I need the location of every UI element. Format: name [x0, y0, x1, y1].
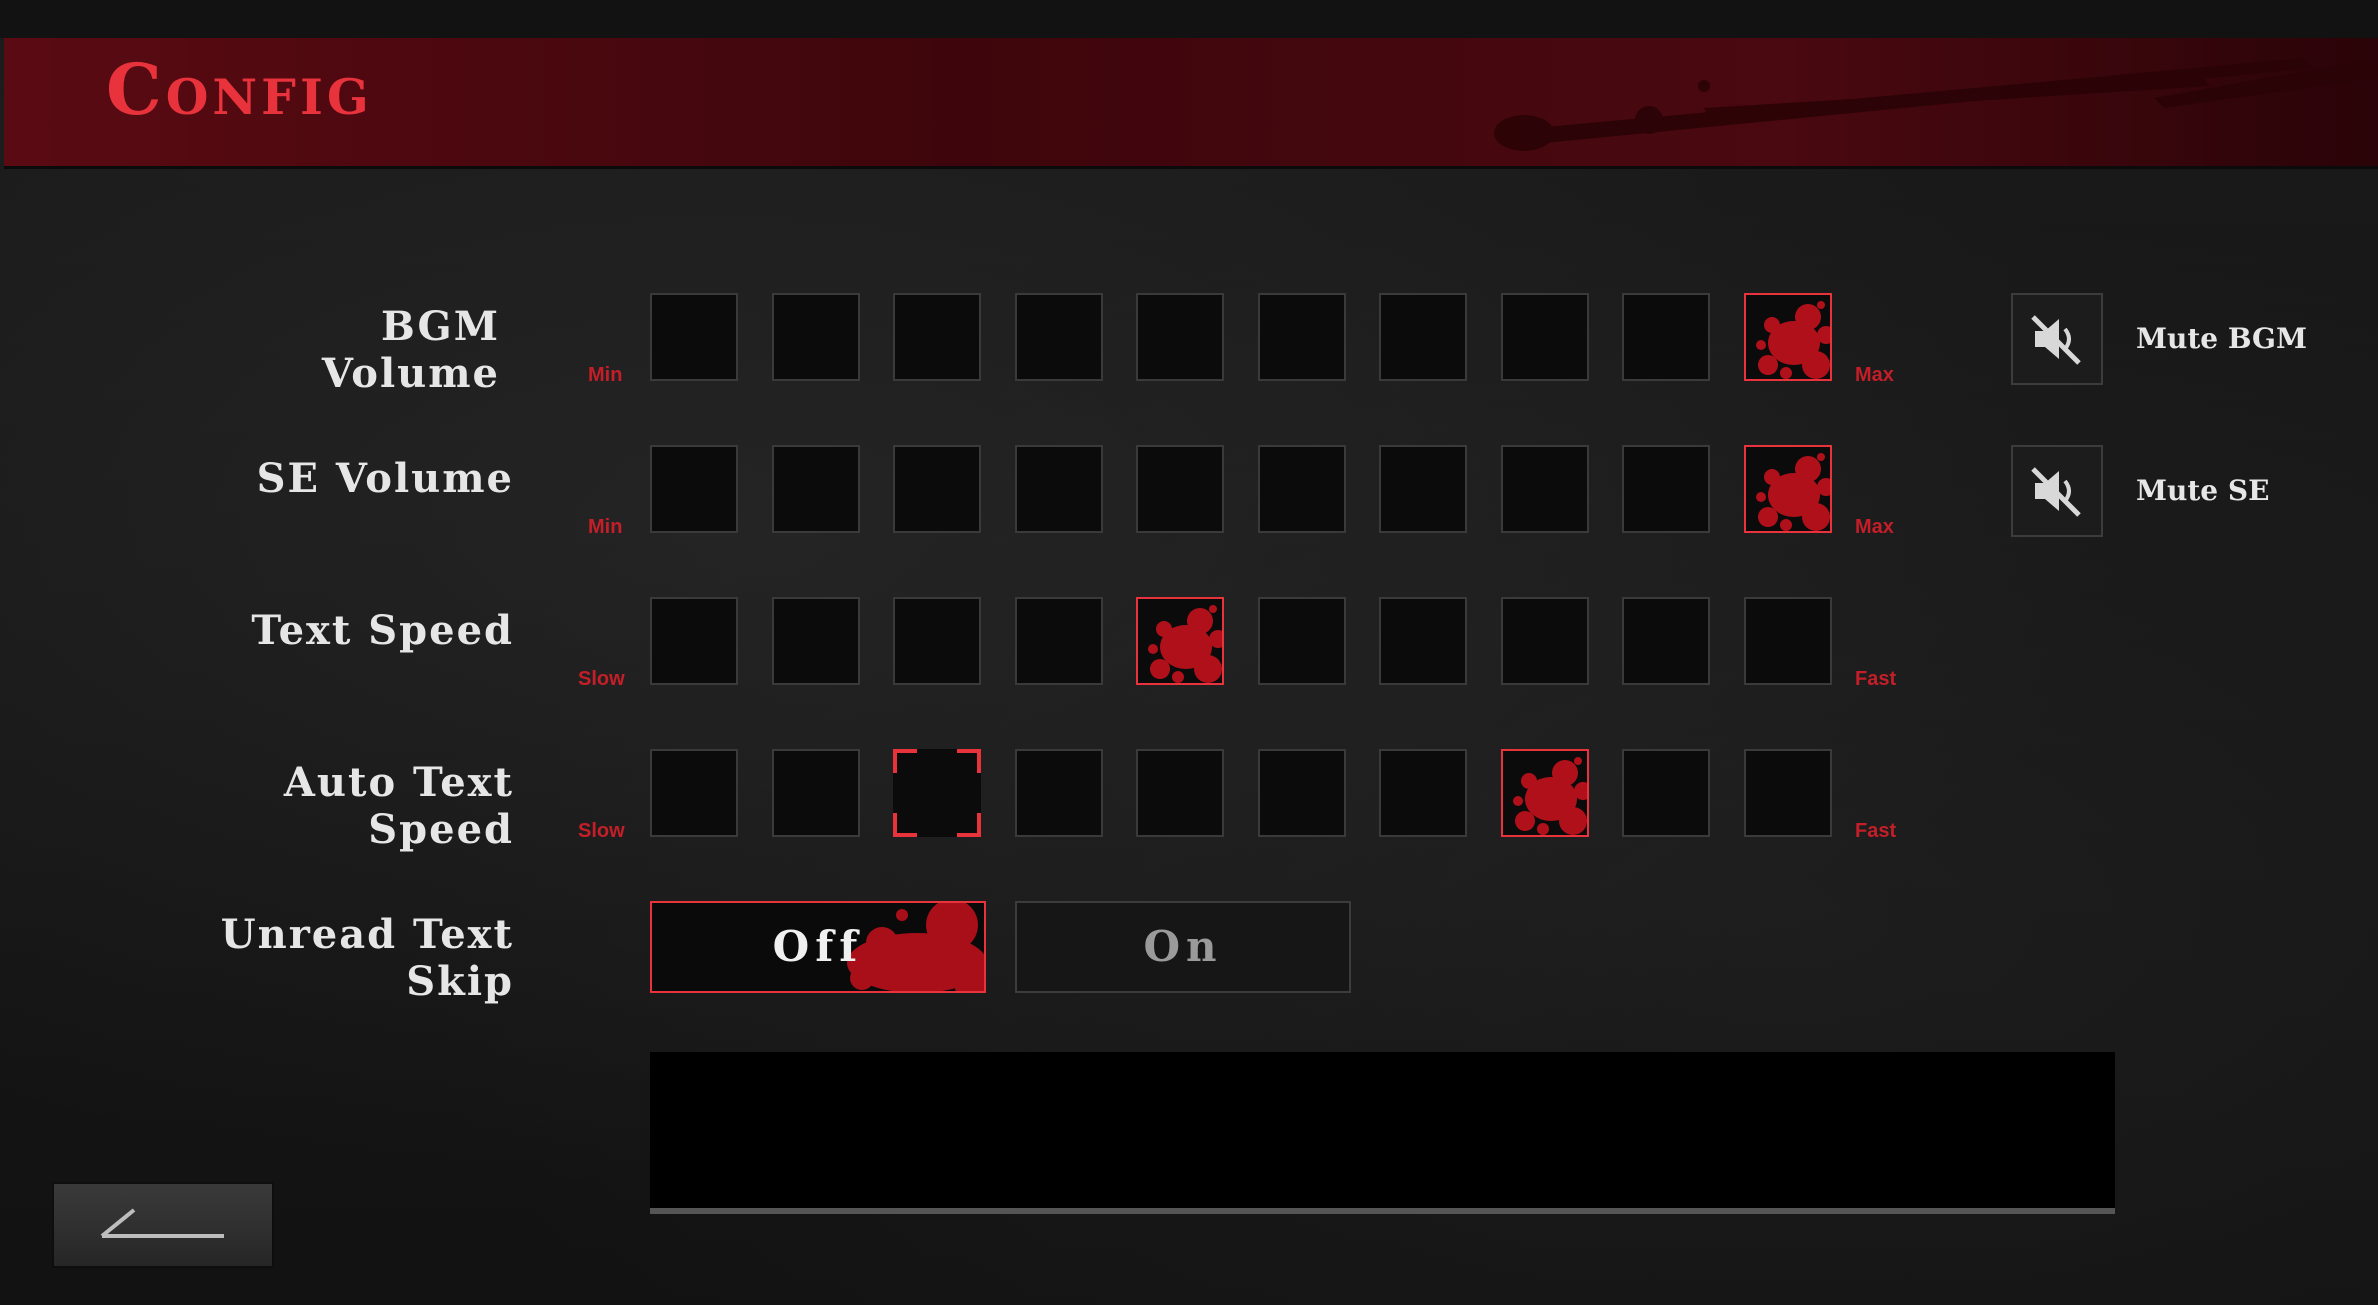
step-box[interactable]	[1744, 293, 1832, 381]
step-box[interactable]	[1258, 597, 1346, 685]
step-box[interactable]	[1136, 597, 1224, 685]
step-box[interactable]	[650, 749, 738, 837]
step-box[interactable]	[1622, 597, 1710, 685]
step-box[interactable]	[1258, 293, 1346, 381]
blood-splatter-icon	[1148, 605, 1222, 683]
step-box[interactable]	[1744, 445, 1832, 533]
step-box[interactable]	[1379, 597, 1467, 685]
step-box[interactable]	[1258, 445, 1346, 533]
step-box[interactable]	[1622, 749, 1710, 837]
se-min-label: Min	[588, 516, 623, 538]
focus-corner	[893, 749, 917, 773]
on-label: On	[1143, 922, 1223, 971]
off-label: Off	[772, 922, 864, 971]
step-box[interactable]	[893, 445, 981, 533]
step-box[interactable]	[1501, 597, 1589, 685]
step-box[interactable]	[1501, 749, 1589, 837]
bgm-volume-label: BGM Volume	[321, 303, 500, 397]
auto-text-speed-label: Auto Text Speed	[283, 759, 514, 853]
auto-speed-fast-label: Fast	[1855, 820, 1897, 842]
step-box[interactable]	[650, 293, 738, 381]
back-arrow-icon	[100, 1208, 224, 1238]
step-box[interactable]	[893, 749, 981, 837]
auto-speed-slow-label: Slow	[578, 820, 625, 842]
step-box[interactable]	[1379, 445, 1467, 533]
step-box[interactable]	[1136, 293, 1224, 381]
step-box[interactable]	[1136, 749, 1224, 837]
focus-corner	[957, 749, 981, 773]
focus-corner	[957, 813, 981, 837]
speaker-muted-icon	[2031, 467, 2081, 517]
bgm-min-label: Min	[588, 364, 623, 386]
page-title: Config	[106, 48, 373, 131]
step-box[interactable]	[1744, 749, 1832, 837]
top-strip	[0, 0, 2378, 38]
step-box[interactable]	[772, 749, 860, 837]
back-button[interactable]	[52, 1182, 274, 1268]
unread-skip-on-button[interactable]: On	[1015, 901, 1351, 993]
text-speed-slow-label: Slow	[578, 668, 625, 690]
se-max-label: Max	[1855, 516, 1894, 538]
step-box[interactable]	[1622, 445, 1710, 533]
step-box[interactable]	[772, 293, 860, 381]
config-header: Config	[4, 38, 2378, 169]
step-box[interactable]	[772, 597, 860, 685]
description-box	[650, 1052, 2115, 1214]
step-box[interactable]	[1015, 445, 1103, 533]
step-box[interactable]	[1015, 293, 1103, 381]
step-box[interactable]	[1744, 597, 1832, 685]
speaker-muted-icon	[2031, 315, 2081, 365]
blood-splatter-icon	[1756, 453, 1830, 531]
mute-se-label: Mute SE	[2136, 474, 2270, 507]
step-box[interactable]	[1015, 749, 1103, 837]
text-speed-fast-label: Fast	[1855, 668, 1897, 690]
step-box[interactable]	[1501, 293, 1589, 381]
unread-text-skip-label: Unread Text Skip	[220, 911, 514, 1005]
blood-splatter-icon	[1513, 757, 1587, 835]
step-box[interactable]	[1501, 445, 1589, 533]
bgm-max-label: Max	[1855, 364, 1894, 386]
step-box[interactable]	[1622, 293, 1710, 381]
step-box[interactable]	[650, 445, 738, 533]
focus-corner	[893, 813, 917, 837]
step-box[interactable]	[1258, 749, 1346, 837]
se-volume-label: SE Volume	[256, 455, 514, 502]
step-box[interactable]	[893, 293, 981, 381]
step-box[interactable]	[893, 597, 981, 685]
mute-bgm-label: Mute BGM	[2136, 322, 2307, 355]
unread-skip-off-button[interactable]: Off	[650, 901, 986, 993]
step-box[interactable]	[1379, 293, 1467, 381]
step-box[interactable]	[772, 445, 860, 533]
mute-se-button[interactable]	[2011, 445, 2103, 537]
mute-bgm-button[interactable]	[2011, 293, 2103, 385]
step-box[interactable]	[650, 597, 738, 685]
step-box[interactable]	[1136, 445, 1224, 533]
step-box[interactable]	[1379, 749, 1467, 837]
blood-splatter-icon	[1756, 301, 1830, 379]
step-box[interactable]	[1015, 597, 1103, 685]
text-speed-label: Text Speed	[251, 607, 514, 654]
